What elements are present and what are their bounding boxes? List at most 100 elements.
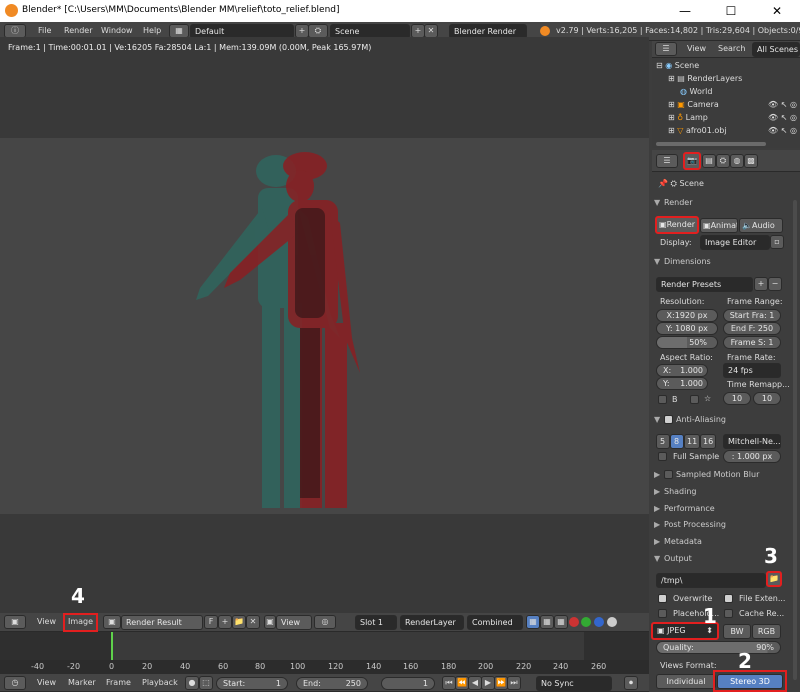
timeline-view-menu[interactable]: View (37, 678, 56, 687)
expand-icon[interactable]: ⊞ (668, 74, 677, 83)
post-processing-panel-header[interactable]: ▶ Post Processing (654, 520, 786, 535)
timeline-playback-menu[interactable]: Playback (142, 678, 178, 687)
layout-icon[interactable]: ▦ (169, 24, 189, 38)
expand-icon[interactable]: ⊞ (668, 126, 677, 135)
render-layer-selector[interactable]: RenderLayer (400, 615, 464, 630)
aspect-y-field[interactable]: Y: 1.000 (656, 377, 708, 390)
aa-enable-checkbox[interactable] (664, 415, 673, 424)
channel-red-icon[interactable] (569, 617, 579, 627)
preset-add-button[interactable]: + (754, 277, 768, 291)
aa-sample-16[interactable]: 16 (700, 434, 716, 449)
fake-user-button[interactable]: F (204, 615, 218, 629)
aa-sample-11[interactable]: 11 (684, 434, 700, 449)
sync-mode-selector[interactable]: No Sync (536, 676, 612, 691)
channel-blue-icon[interactable] (594, 617, 604, 627)
render-panel-header[interactable]: ▼ Render (654, 198, 786, 213)
audio-scrub-icon[interactable]: ⏺ (624, 676, 638, 690)
color-bw-button[interactable]: BW (723, 624, 751, 639)
channel-white-icon[interactable] (607, 617, 617, 627)
info-editor-icon[interactable]: ⓘ (4, 24, 26, 38)
scene-type-icon[interactable]: ⛭ (308, 24, 328, 38)
outliner-scrollbar[interactable] (656, 142, 766, 146)
outliner-item-camera[interactable]: ⊞ ▣ Camera (668, 100, 719, 109)
new-image-button[interactable]: + (218, 615, 232, 629)
display-channels-color-icon[interactable]: ▦ (540, 615, 554, 629)
timeline-editor-icon[interactable]: ◷ (4, 676, 26, 690)
menu-window[interactable]: Window (101, 26, 133, 35)
close-button[interactable]: ✕ (754, 0, 800, 22)
image-browse-icon[interactable]: ▣ (103, 615, 121, 629)
motion-blur-panel-header[interactable]: ▶ Sampled Motion Blur (654, 470, 786, 485)
minimize-button[interactable]: — (662, 0, 708, 22)
image-menu[interactable]: Image (63, 613, 99, 632)
render-context-tab[interactable]: 📷 (683, 152, 701, 170)
pin-icon[interactable]: 📌 (658, 179, 671, 188)
properties-editor-icon[interactable]: ☰ (656, 154, 678, 168)
aa-filter-selector[interactable]: Mitchell-Ne... (723, 434, 781, 449)
overwrite-checkbox[interactable] (658, 594, 667, 603)
timeline-frame-menu[interactable]: Frame (106, 678, 131, 687)
maximize-button[interactable]: ☐ (708, 0, 754, 22)
keying-icon[interactable]: ⬚ (199, 676, 213, 690)
placeholders-checkbox[interactable] (658, 609, 667, 618)
border-checkbox[interactable] (658, 395, 667, 404)
dimensions-panel-header[interactable]: ▼ Dimensions (654, 257, 786, 272)
properties-scrollbar[interactable] (793, 200, 797, 680)
start-frame-field[interactable]: Start: 1 (216, 677, 288, 690)
jump-end-button[interactable]: ⏭ (507, 676, 521, 690)
visibility-eye-icon[interactable]: 👁 ↖ ◎ (768, 100, 797, 109)
file-extensions-checkbox[interactable] (724, 594, 733, 603)
outliner-item-world[interactable]: ◍ World (680, 87, 712, 96)
menu-render[interactable]: Render (64, 26, 92, 35)
render-pass-selector[interactable]: Combined (467, 615, 523, 630)
display-channels-alpha-icon[interactable]: ▦ (526, 615, 540, 629)
full-sample-checkbox[interactable] (658, 452, 667, 461)
motion-blur-checkbox[interactable] (664, 470, 673, 479)
outliner-item-lamp[interactable]: ⊞ ♁ Lamp (668, 113, 708, 122)
end-frame-field[interactable]: End: 250 (296, 677, 368, 690)
timeline-playhead[interactable] (111, 632, 113, 662)
expand-icon[interactable]: ⊟ (656, 61, 665, 70)
outliner-item-scene[interactable]: ⊟ ◉ Scene (656, 61, 699, 70)
visibility-eye-icon-2[interactable]: 👁 ↖ ◎ (768, 113, 797, 122)
menu-help[interactable]: Help (143, 26, 161, 35)
layout-add-button[interactable]: + (295, 24, 309, 38)
frame-start-field[interactable]: Start Fra: 1 (723, 309, 781, 322)
image-view-menu[interactable]: View (37, 617, 56, 626)
frame-rate-selector[interactable]: 24 fps (723, 363, 781, 378)
timeline-marker-menu[interactable]: Marker (68, 678, 96, 687)
cache-result-checkbox[interactable] (724, 609, 733, 618)
aa-sample-5[interactable]: 5 (656, 434, 670, 449)
outliner-item-afro[interactable]: ⊞ ▽ afro01.obj (668, 126, 727, 135)
scene-context-tab[interactable]: ⛭ (716, 154, 730, 168)
visibility-eye-icon-3[interactable]: 👁 ↖ ◎ (768, 126, 797, 135)
prev-key-button[interactable]: ⏪ (455, 676, 469, 690)
views-individual-button[interactable]: Individual (656, 674, 716, 689)
output-path-field[interactable]: /tmp\ (656, 573, 766, 588)
views-stereo3d-button[interactable]: Stereo 3D (717, 674, 783, 689)
filter-size-field[interactable]: : 1.000 px (723, 450, 781, 463)
browse-folder-button[interactable]: 📁 (766, 571, 782, 587)
slot-selector[interactable]: Slot 1 (355, 615, 397, 630)
renderlayers-context-tab[interactable]: ▤ (702, 154, 716, 168)
aa-panel-header[interactable]: ▼ Anti-Aliasing (654, 415, 786, 430)
scene-remove-button[interactable]: ✕ (424, 24, 438, 38)
crop-checkbox[interactable] (690, 395, 699, 404)
render-button[interactable]: ▣Render (655, 216, 699, 234)
menu-file[interactable]: File (38, 26, 51, 35)
play-button[interactable]: ▶ (481, 676, 495, 690)
aspect-x-field[interactable]: X: 1.000 (656, 364, 708, 377)
lock-interface-icon[interactable]: ▫ (770, 235, 784, 249)
display-channels-z-icon[interactable]: ▦ (554, 615, 568, 629)
jump-start-button[interactable]: ⏮ (442, 676, 456, 690)
current-frame-field[interactable]: 1 (381, 677, 435, 690)
image-name-field[interactable]: Render Result (121, 615, 203, 630)
pivot-icon[interactable]: ◎ (314, 615, 336, 629)
outliner-view-menu[interactable]: View (687, 44, 706, 53)
frame-step-field[interactable]: Frame S: 1 (723, 336, 781, 349)
world-context-tab[interactable]: ◍ (730, 154, 744, 168)
frame-end-field[interactable]: End F: 250 (723, 322, 781, 335)
image-editor-icon[interactable]: ▣ (4, 615, 26, 629)
shading-panel-header[interactable]: ▶ Shading (654, 487, 786, 502)
play-reverse-button[interactable]: ◀ (468, 676, 482, 690)
